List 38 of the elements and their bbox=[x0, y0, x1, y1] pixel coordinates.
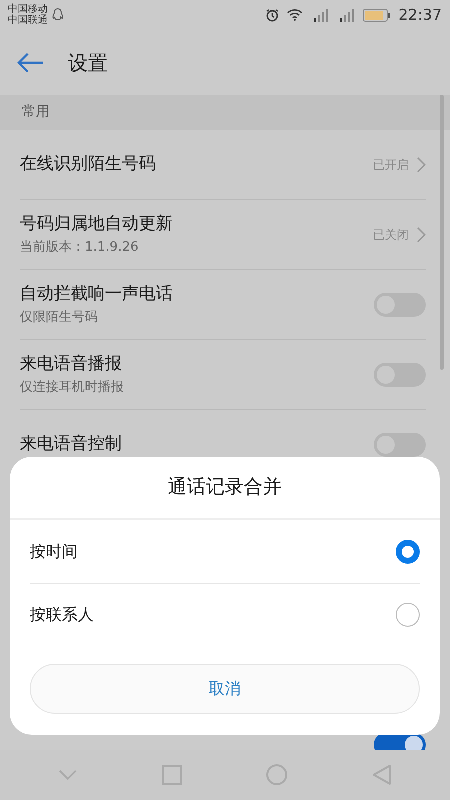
back-triangle-icon[interactable] bbox=[372, 764, 392, 786]
settings-row[interactable]: 来电语音播报 仅连接耳机时播报 bbox=[20, 340, 426, 410]
settings-row[interactable]: 在线识别陌生号码 已开启 bbox=[20, 130, 426, 200]
page-title: 设置 bbox=[68, 50, 108, 76]
back-arrow-icon[interactable] bbox=[16, 52, 44, 74]
row-title: 来电语音播报 bbox=[20, 353, 123, 376]
section-header: 常用 bbox=[22, 103, 50, 122]
status-value: 已关闭 bbox=[373, 226, 409, 244]
status-value: 已开启 bbox=[373, 156, 409, 174]
settings-row[interactable]: 自动拦截响一声电话 仅限陌生号码 bbox=[20, 270, 426, 340]
radio-option[interactable]: 按时间 bbox=[30, 520, 420, 583]
chevron-down-icon[interactable] bbox=[58, 769, 78, 781]
penguin-icon bbox=[52, 8, 64, 22]
carrier-label: 中国移动 bbox=[8, 4, 48, 15]
battery-icon bbox=[362, 8, 391, 22]
row-title: 来电语音控制 bbox=[20, 432, 122, 456]
square-icon[interactable] bbox=[162, 765, 182, 785]
toggle-switch[interactable] bbox=[374, 432, 426, 456]
radio-button[interactable] bbox=[396, 540, 420, 564]
row-subtitle: 当前版本：1.1.9.26 bbox=[20, 238, 140, 256]
cancel-button[interactable]: 取消 bbox=[30, 664, 420, 714]
option-label: 按联系人 bbox=[30, 604, 94, 626]
carrier-label: 中国联通 bbox=[8, 15, 48, 26]
radio-button[interactable] bbox=[396, 603, 420, 627]
chevron-icon bbox=[417, 226, 426, 242]
row-subtitle: 仅限陌生号码 bbox=[20, 308, 99, 326]
row-title: 在线识别陌生号码 bbox=[20, 152, 156, 176]
row-title: 号码归属地自动更新 bbox=[20, 213, 173, 236]
option-label: 按时间 bbox=[30, 540, 78, 562]
wifi-icon bbox=[286, 9, 303, 21]
clock: 22:37 bbox=[398, 4, 442, 26]
row-title: 自动拦截响一声电话 bbox=[20, 283, 173, 306]
settings-row[interactable]: 号码归属地自动更新 当前版本：1.1.9.26 已关闭 bbox=[20, 200, 426, 270]
home-circle-icon[interactable] bbox=[266, 764, 288, 786]
chevron-icon bbox=[417, 156, 426, 172]
radio-option[interactable]: 按联系人 bbox=[30, 583, 420, 646]
row-subtitle: 仅连接耳机时播报 bbox=[20, 378, 124, 396]
alarm-icon bbox=[266, 8, 279, 22]
